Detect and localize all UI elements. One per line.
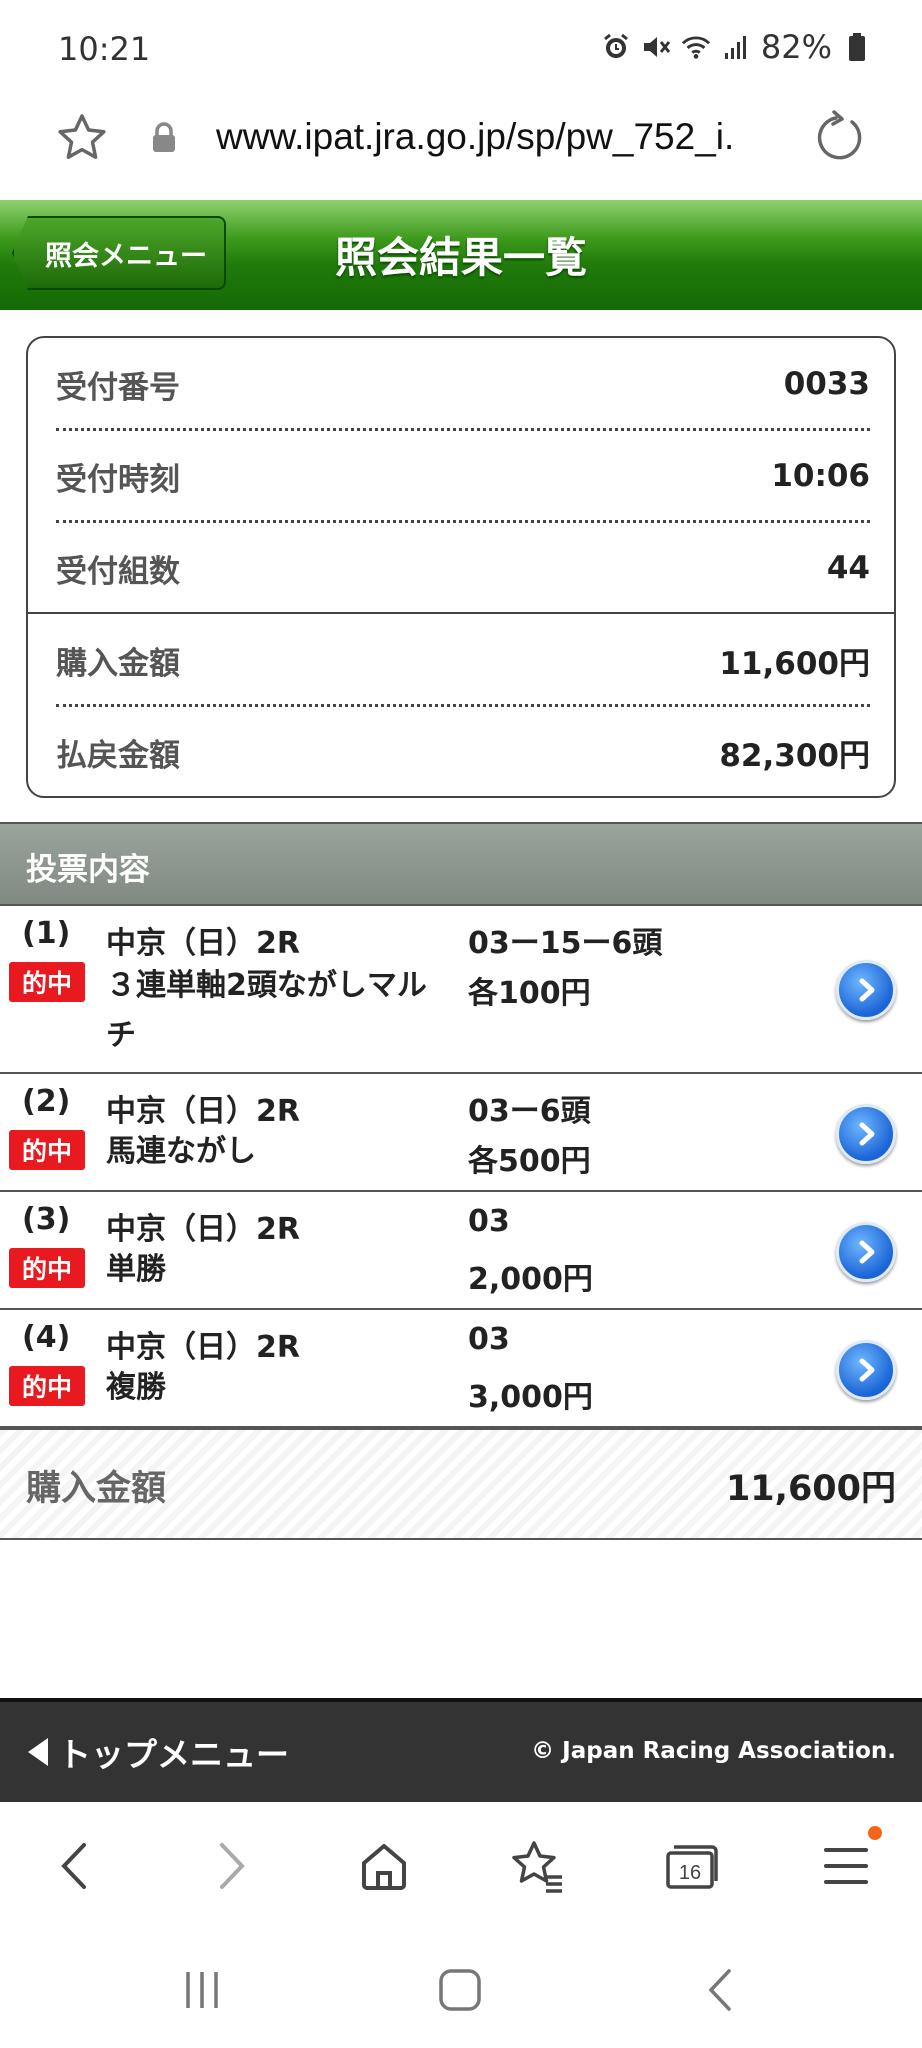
copyright: © Japan Racing Association. [531, 1738, 896, 1764]
bookmarks-icon[interactable] [508, 1836, 568, 1896]
summary-row-receipt-time: 受付時刻 10:06 [56, 430, 870, 522]
page-header: 照会メニュー 照会結果一覧 [0, 200, 922, 310]
bet-combination: 03 [468, 1322, 510, 1357]
bet-combination: 03ー15ー6頭 [468, 926, 663, 961]
url-field[interactable]: www.ipat.jra.go.jp/sp/pw_752_i. [216, 116, 776, 158]
summary-value: 10:06 [771, 458, 870, 494]
menu-icon[interactable] [816, 1836, 876, 1896]
hit-badge: 的中 [9, 1248, 85, 1288]
wifi-icon [681, 32, 711, 62]
notification-dot [868, 1826, 882, 1840]
total-value: 11,600円 [725, 1469, 896, 1509]
status-icons: 82% [601, 28, 872, 66]
bet-type: 複勝 [106, 1370, 166, 1405]
detail-arrow-icon[interactable] [836, 1104, 896, 1164]
summary-label: 受付組数 [56, 553, 180, 590]
bet-amount: 2,000円 [468, 1262, 593, 1297]
hit-badge: 的中 [9, 1366, 85, 1406]
section-title: 投票内容 [26, 852, 150, 888]
bet-type: 馬連ながし [106, 1134, 256, 1169]
summary-card: 受付番号 0033 受付時刻 10:06 受付組数 44 購入金額 11,600… [26, 336, 896, 798]
detail-arrow-icon[interactable] [836, 1222, 896, 1282]
bet-row-1[interactable]: (1) 的中 中京（日）2R 03ー15ー6頭 ３連単軸2頭ながしマル チ 各1… [0, 906, 922, 1074]
home-icon[interactable] [354, 1836, 414, 1896]
summary-value: 44 [826, 550, 870, 586]
section-header: 投票内容 [0, 822, 922, 906]
summary-row-receipt-number: 受付番号 0033 [56, 338, 870, 430]
top-menu-label: トップメニュー [58, 1735, 289, 1774]
forward-icon[interactable] [202, 1836, 262, 1896]
hit-badge: 的中 [9, 962, 85, 1002]
star-icon[interactable] [54, 110, 110, 166]
bet-row-3[interactable]: (3) 的中 中京（日）2R 03 単勝 2,000円 [0, 1192, 922, 1310]
battery-percent: 82% [760, 28, 832, 66]
bet-number: (2) [22, 1084, 71, 1119]
detail-arrow-icon[interactable] [836, 960, 896, 1020]
bet-type-continued: チ [106, 1018, 136, 1053]
bet-race: 中京（日）2R [106, 926, 300, 961]
alarm-icon [601, 32, 631, 62]
lock-icon [150, 122, 178, 154]
battery-icon [842, 32, 872, 62]
summary-row-purchase-amount: 購入金額 11,600円 [56, 614, 870, 706]
bet-combination: 03 [468, 1204, 510, 1239]
mute-icon [641, 32, 671, 62]
bet-number: (3) [22, 1202, 71, 1237]
summary-row-payout-amount: 払戻金額 82,300円 [56, 706, 870, 798]
tab-count: 16 [679, 1862, 701, 1884]
bet-row-2[interactable]: (2) 的中 中京（日）2R 03ー6頭 馬連ながし 各500円 [0, 1074, 922, 1192]
recent-apps-icon[interactable] [172, 1960, 232, 2020]
address-bar: www.ipat.jra.go.jp/sp/pw_752_i. [0, 100, 922, 200]
home-button-icon[interactable] [430, 1960, 490, 2020]
browser-toolbar: 16 [0, 1802, 922, 1928]
back-icon[interactable] [44, 1836, 104, 1896]
system-navigation [0, 1928, 922, 2048]
total-label: 購入金額 [26, 1469, 167, 1509]
reload-icon[interactable] [812, 110, 868, 166]
hit-badge: 的中 [9, 1130, 85, 1170]
summary-value: 82,300円 [719, 737, 870, 774]
signal-icon [721, 32, 751, 62]
bet-amount: 各100円 [468, 976, 591, 1011]
summary-label: 受付時刻 [56, 461, 180, 498]
bet-amount: 各500円 [468, 1144, 591, 1179]
bet-type: 単勝 [106, 1252, 166, 1287]
bet-number: (1) [22, 916, 71, 951]
footer: トップメニュー © Japan Racing Association. [0, 1698, 922, 1802]
tabs-icon[interactable]: 16 [662, 1836, 722, 1896]
system-back-icon[interactable] [690, 1960, 750, 2020]
bet-amount: 3,000円 [468, 1380, 593, 1415]
detail-arrow-icon[interactable] [836, 1340, 896, 1400]
bet-race: 中京（日）2R [106, 1094, 300, 1129]
bet-row-4[interactable]: (4) 的中 中京（日）2R 03 複勝 3,000円 [0, 1310, 922, 1428]
page-title: 照会結果一覧 [334, 233, 587, 282]
status-time: 10:21 [58, 30, 151, 68]
status-bar: 10:21 82% [0, 0, 922, 100]
summary-label: 払戻金額 [56, 737, 180, 774]
bet-race: 中京（日）2R [106, 1212, 300, 1247]
top-menu-link[interactable]: トップメニュー [26, 1728, 289, 1776]
summary-value: 0033 [783, 366, 870, 402]
bet-number: (4) [22, 1320, 71, 1355]
summary-row-receipt-count: 受付組数 44 [56, 522, 870, 614]
summary-value: 11,600円 [719, 645, 870, 682]
bet-combination: 03ー6頭 [468, 1094, 591, 1129]
triangle-left-icon [28, 1738, 48, 1766]
bet-type: ３連単軸2頭ながしマル [106, 968, 427, 1003]
bet-race: 中京（日）2R [106, 1330, 300, 1365]
total-bar: 購入金額 11,600円 [0, 1428, 922, 1540]
summary-label: 受付番号 [56, 369, 180, 406]
summary-label: 購入金額 [56, 645, 180, 682]
